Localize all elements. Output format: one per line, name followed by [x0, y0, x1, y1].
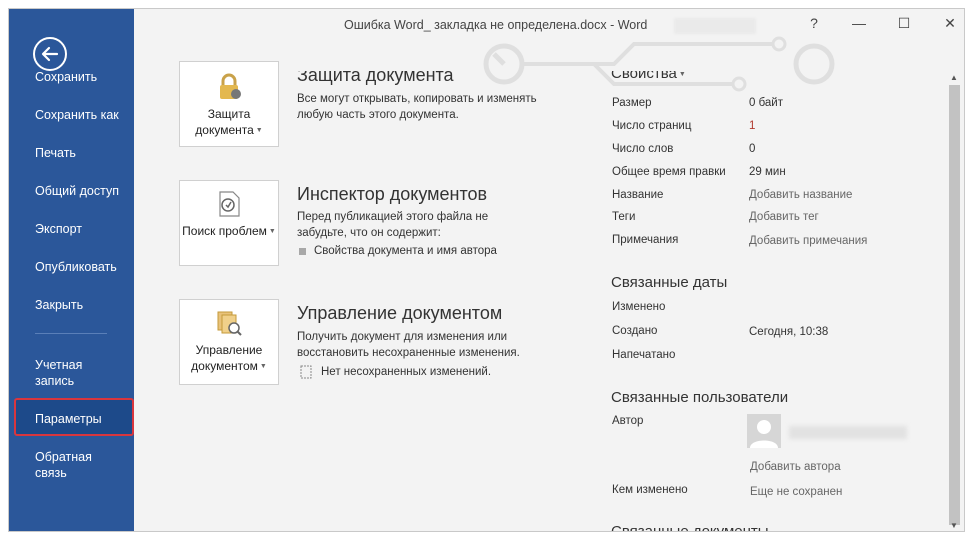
- help-button[interactable]: ?: [804, 15, 824, 31]
- sidebar-item-options[interactable]: Параметры: [35, 411, 102, 427]
- prop-label-size: Размер: [612, 97, 652, 109]
- prop-label-comments: Примечания: [612, 234, 679, 246]
- protect-document-text: Защита документа: [195, 107, 254, 137]
- add-author-link[interactable]: Добавить автора: [750, 461, 841, 473]
- protect-document-button[interactable]: Защита документа ▼: [179, 61, 279, 147]
- title-bar: Ошибка Word_ закладка не определена.docx…: [134, 9, 964, 92]
- prop-value-pages: 1: [749, 120, 756, 132]
- manage-document-label: Управление документом ▼: [180, 342, 278, 375]
- lock-icon: [220, 73, 241, 99]
- back-arrow-icon[interactable]: [33, 37, 67, 71]
- prop-label-tags: Теги: [612, 211, 636, 223]
- modified-by-value: Еще не сохранен: [750, 486, 843, 498]
- inspect-document-icon: [219, 191, 240, 217]
- prop-value-title-input[interactable]: Добавить название: [749, 189, 852, 201]
- manage-section-description: Получить документ для изменения или восс…: [297, 331, 520, 359]
- author-label: Автор: [612, 415, 644, 427]
- sidebar-item-publish[interactable]: Опубликовать: [35, 259, 117, 275]
- manage-document-text: Управление документом: [191, 343, 263, 373]
- prop-label-pages: Число страниц: [612, 120, 692, 132]
- window-title: Ошибка Word_ закладка не определена.docx…: [344, 18, 648, 32]
- person-icon: [750, 420, 778, 448]
- dropdown-caret-icon: ▼: [268, 227, 276, 235]
- prop-label-words: Число слов: [612, 143, 674, 155]
- vertical-scrollbar[interactable]: ▲ ▼: [946, 73, 964, 531]
- scroll-up-icon[interactable]: ▲: [950, 73, 958, 82]
- sidebar-divider: [35, 333, 107, 334]
- inspector-section-title: Инспектор документов: [297, 184, 488, 204]
- prop-value-edit-time: 29 мин: [749, 166, 786, 178]
- prop-value-words: 0: [749, 143, 756, 155]
- protect-section-description: Все могут открывать, копировать и изменя…: [297, 93, 537, 121]
- avatar: [747, 414, 781, 448]
- manage-document-button[interactable]: Управление документом ▼: [179, 299, 279, 385]
- date-label-printed: Напечатано: [612, 349, 676, 361]
- sidebar-item-feedback[interactable]: Обратная связь: [35, 449, 105, 481]
- sidebar-item-account[interactable]: Учетная запись: [35, 357, 105, 389]
- related-people-header: Связанные пользователи: [611, 389, 789, 406]
- sidebar-item-close[interactable]: Закрыть: [35, 297, 83, 313]
- document-dotted-icon: [300, 365, 312, 379]
- protect-section-title: Защита документа: [297, 65, 454, 85]
- date-label-modified: Изменено: [612, 301, 666, 313]
- dropdown-caret-icon: ▼: [259, 362, 267, 370]
- prop-label-title: Название: [612, 189, 664, 201]
- related-dates-header: Связанные даты: [611, 274, 728, 291]
- inspector-item-text: Свойства документа и имя автора: [314, 245, 497, 257]
- author-name-blurred: [789, 426, 907, 439]
- sidebar-item-save-as[interactable]: Сохранить как: [35, 107, 119, 123]
- prop-value-comments-input[interactable]: Добавить примечания: [749, 235, 867, 247]
- modified-by-label: Кем изменено: [612, 484, 688, 496]
- close-button[interactable]: ✕: [940, 15, 960, 32]
- prop-value-size: 0 байт: [749, 97, 784, 109]
- check-issues-label: Поиск проблем ▼: [180, 223, 278, 240]
- account-name-blurred[interactable]: [674, 18, 756, 34]
- manage-list-item: Нет несохраненных изменений.: [299, 365, 491, 379]
- scrollbar-thumb[interactable]: [949, 85, 960, 525]
- prop-value-tags-input[interactable]: Добавить тег: [749, 211, 819, 223]
- scroll-down-icon[interactable]: ▼: [950, 521, 958, 530]
- dropdown-caret-icon: ▼: [678, 70, 686, 78]
- protect-document-label: Защита документа ▼: [180, 106, 278, 139]
- manage-section-title: Управление документом: [297, 303, 503, 323]
- sidebar-item-share[interactable]: Общий доступ: [35, 183, 119, 199]
- inspector-section-description: Перед публикацией этого файла не забудьт…: [297, 211, 489, 239]
- dropdown-caret-icon: ▼: [255, 126, 263, 134]
- bullet-icon: [299, 247, 306, 255]
- prop-label-edit-time: Общее время правки: [612, 166, 726, 178]
- backstage-sidebar: Сохранить Сохранить как Печать Общий дос…: [9, 9, 134, 531]
- related-documents-header: Связанные документы: [611, 523, 769, 532]
- minimize-button[interactable]: —: [849, 15, 869, 31]
- check-issues-button[interactable]: Поиск проблем ▼: [179, 180, 279, 266]
- check-issues-text: Поиск проблем: [182, 224, 267, 238]
- maximize-button[interactable]: ☐: [894, 15, 914, 32]
- word-backstage-window: Сохранить Сохранить как Печать Общий дос…: [8, 8, 965, 532]
- date-value-created: Сегодня, 10:38: [749, 326, 829, 338]
- manage-item-text: Нет несохраненных изменений.: [321, 366, 492, 378]
- manage-document-icon: [217, 311, 242, 336]
- inspector-list-item: Свойства документа и имя автора: [299, 245, 497, 257]
- sidebar-item-export[interactable]: Экспорт: [35, 221, 82, 237]
- date-label-created: Создано: [612, 325, 658, 337]
- sidebar-item-print[interactable]: Печать: [35, 145, 76, 161]
- sidebar-item-save[interactable]: Сохранить: [35, 69, 97, 85]
